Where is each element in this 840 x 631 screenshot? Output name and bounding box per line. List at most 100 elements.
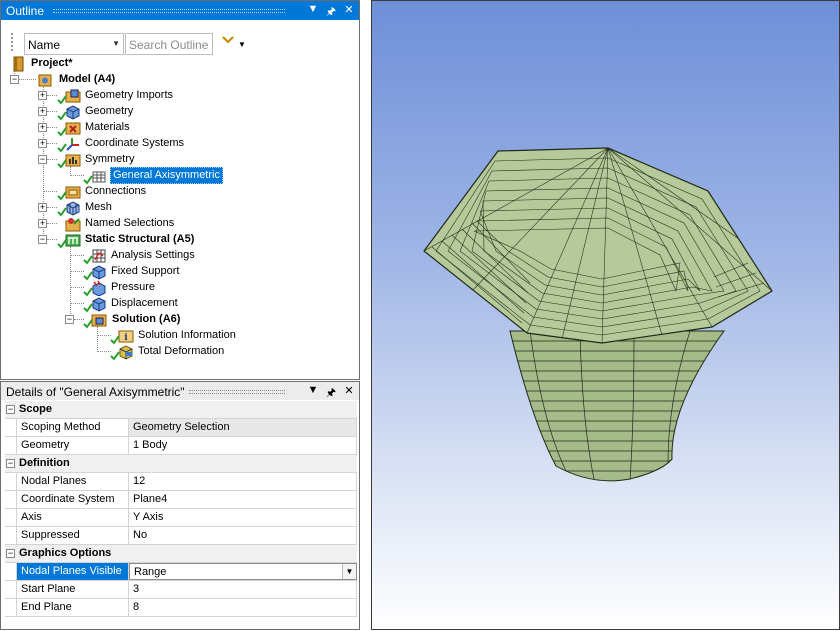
property-value[interactable]: 12 <box>129 473 357 490</box>
category-definition[interactable]: − Definition <box>5 455 357 473</box>
collapse-icon[interactable]: − <box>65 315 74 324</box>
tree-node-static-structural[interactable]: − Static Structural (A5) <box>1 232 241 249</box>
expand-icon[interactable]: + <box>38 91 47 100</box>
property-row-start-plane[interactable]: Start Plane 3 <box>5 581 357 599</box>
displacement-icon <box>92 297 106 312</box>
search-input[interactable]: Search Outline <box>125 33 213 55</box>
collapse-icon[interactable]: − <box>38 235 47 244</box>
collapse-icon[interactable]: − <box>6 405 15 414</box>
expand-icon[interactable]: + <box>38 107 47 116</box>
property-row-scoping-method[interactable]: Scoping Method Geometry Selection <box>5 419 357 437</box>
model-cap <box>423 147 773 344</box>
property-value[interactable]: Y Axis <box>129 509 357 526</box>
dropdown-icon[interactable]: ▼ <box>307 3 319 22</box>
tree-node-mesh[interactable]: + Mesh <box>1 200 201 217</box>
solution-icon <box>91 314 107 327</box>
tree-label: Project* <box>31 57 73 69</box>
property-key: Scoping Method <box>16 419 129 436</box>
total-deformation-icon <box>119 345 133 360</box>
tree-node-model[interactable]: − Model (A4) <box>1 72 201 88</box>
tree-node-materials[interactable]: + Materials <box>1 120 201 137</box>
check-icon <box>110 351 120 361</box>
property-value: Range <box>134 566 167 578</box>
property-row-nodal-planes[interactable]: Nodal Planes 12 <box>5 473 357 491</box>
chevron-down-icon[interactable]: ▼ <box>342 564 356 579</box>
materials-icon <box>65 122 81 135</box>
tree-node-project[interactable]: Project* <box>1 56 201 72</box>
details-panel: Details of "General Axisymmetric" ▼ 🖈︎ ✕… <box>0 381 360 630</box>
tree-label: Fixed Support <box>111 265 180 277</box>
fixed-support-icon <box>92 265 106 280</box>
property-key: Nodal Planes <box>16 473 129 490</box>
category-graphics-options[interactable]: − Graphics Options <box>5 545 357 563</box>
property-row-nodal-planes-visible[interactable]: Nodal Planes Visible Range ▼ <box>5 563 357 581</box>
property-key-selected: Nodal Planes Visible <box>16 563 129 580</box>
tree-node-general-axisymmetric[interactable]: General Axisymmetric <box>1 167 231 185</box>
tree-label: Model (A4) <box>59 73 116 85</box>
collapse-icon[interactable]: − <box>6 459 15 468</box>
expand-icon[interactable]: + <box>38 203 47 212</box>
collapse-icon[interactable]: − <box>6 549 15 558</box>
property-row-end-plane[interactable]: End Plane 8 <box>5 599 357 617</box>
tree-label: Coordinate Systems <box>85 137 185 149</box>
tree-node-coordinate-systems[interactable]: + Coordinate Systems <box>1 136 221 153</box>
outline-toolbar: Name ▼ Search Outline ▼ <box>1 22 359 55</box>
property-row-suppressed[interactable]: Suppressed No <box>5 527 357 545</box>
collapse-icon[interactable]: − <box>10 75 19 84</box>
analysis-settings-icon <box>92 249 106 263</box>
details-grid: − Scope Scoping Method Geometry Selectio… <box>5 401 357 617</box>
tree-label: Analysis Settings <box>111 249 195 261</box>
tree-node-analysis-settings[interactable]: Analysis Settings <box>1 248 221 265</box>
property-row-coordinate-system[interactable]: Coordinate System Plane4 <box>5 491 357 509</box>
expand-icon[interactable]: + <box>38 219 47 228</box>
filter-select[interactable]: Name ▼ <box>24 33 124 55</box>
tree-node-total-deformation[interactable]: Total Deformation <box>1 344 241 361</box>
nodal-planes-visible-select[interactable]: Range ▼ <box>129 563 357 580</box>
filter-select-value: Name <box>28 38 61 52</box>
chevron-down-icon: ▼ <box>112 39 120 48</box>
tree-label: Mesh <box>85 201 112 213</box>
close-icon[interactable]: ✕ <box>343 3 355 22</box>
property-value[interactable]: 8 <box>129 599 357 616</box>
tree-node-symmetry[interactable]: − Symmetry <box>1 152 201 169</box>
svg-text:i: i <box>124 333 128 343</box>
property-value[interactable]: No <box>129 527 357 544</box>
outline-title: Outline <box>6 4 45 18</box>
model-render <box>423 147 773 482</box>
expand-icon[interactable]: + <box>38 123 47 132</box>
tree-node-connections[interactable]: Connections <box>1 184 201 201</box>
property-row-geometry[interactable]: Geometry 1 Body <box>5 437 357 455</box>
expand-filter-icon[interactable] <box>221 33 235 47</box>
details-title-bar: Details of "General Axisymmetric" ▼ 🖈︎ ✕ <box>1 382 359 400</box>
tree-node-geometry-imports[interactable]: + Geometry Imports <box>1 88 221 105</box>
property-value[interactable]: Plane4 <box>129 491 357 508</box>
tree-label: Materials <box>85 121 130 133</box>
tree-node-displacement[interactable]: Displacement <box>1 296 201 313</box>
outline-tree: Project* − Model (A4) + Geometry Imports… <box>1 56 359 379</box>
toolbar-overflow-icon[interactable]: ▼ <box>238 40 246 49</box>
property-key: Suppressed <box>16 527 129 544</box>
tree-node-fixed-support[interactable]: Fixed Support <box>1 264 221 281</box>
tree-label: Displacement <box>111 297 178 309</box>
search-placeholder: Search Outline <box>129 38 209 52</box>
property-row-axis[interactable]: Axis Y Axis <box>5 509 357 527</box>
tree-label: Geometry Imports <box>85 89 174 101</box>
tree-node-geometry[interactable]: + Geometry <box>1 104 201 121</box>
property-value[interactable]: 3 <box>129 581 357 598</box>
collapse-icon[interactable]: − <box>38 155 47 164</box>
tree-node-solution-information[interactable]: i Solution Information <box>1 328 241 345</box>
outline-panel: Outline ▼ 🖈︎ ✕ Name ▼ Search Outline ▼ P… <box>0 0 360 380</box>
property-key: Geometry <box>16 437 129 454</box>
symmetry-icon <box>65 154 81 167</box>
property-value[interactable]: 1 Body <box>129 437 357 454</box>
tree-node-solution[interactable]: − Solution (A6) <box>1 312 221 329</box>
pin-icon[interactable]: 🖈︎ <box>325 3 337 22</box>
tree-label: Connections <box>85 185 147 197</box>
graphics-viewport[interactable] <box>371 0 840 630</box>
property-value[interactable]: Geometry Selection <box>129 419 357 436</box>
category-scope[interactable]: − Scope <box>5 401 357 419</box>
outline-title-bar: Outline ▼ 🖈︎ ✕ <box>1 1 359 20</box>
expand-icon[interactable]: + <box>38 139 47 148</box>
tree-node-named-selections[interactable]: + Named Selections <box>1 216 221 232</box>
tree-node-pressure[interactable]: Pressure <box>1 280 201 297</box>
